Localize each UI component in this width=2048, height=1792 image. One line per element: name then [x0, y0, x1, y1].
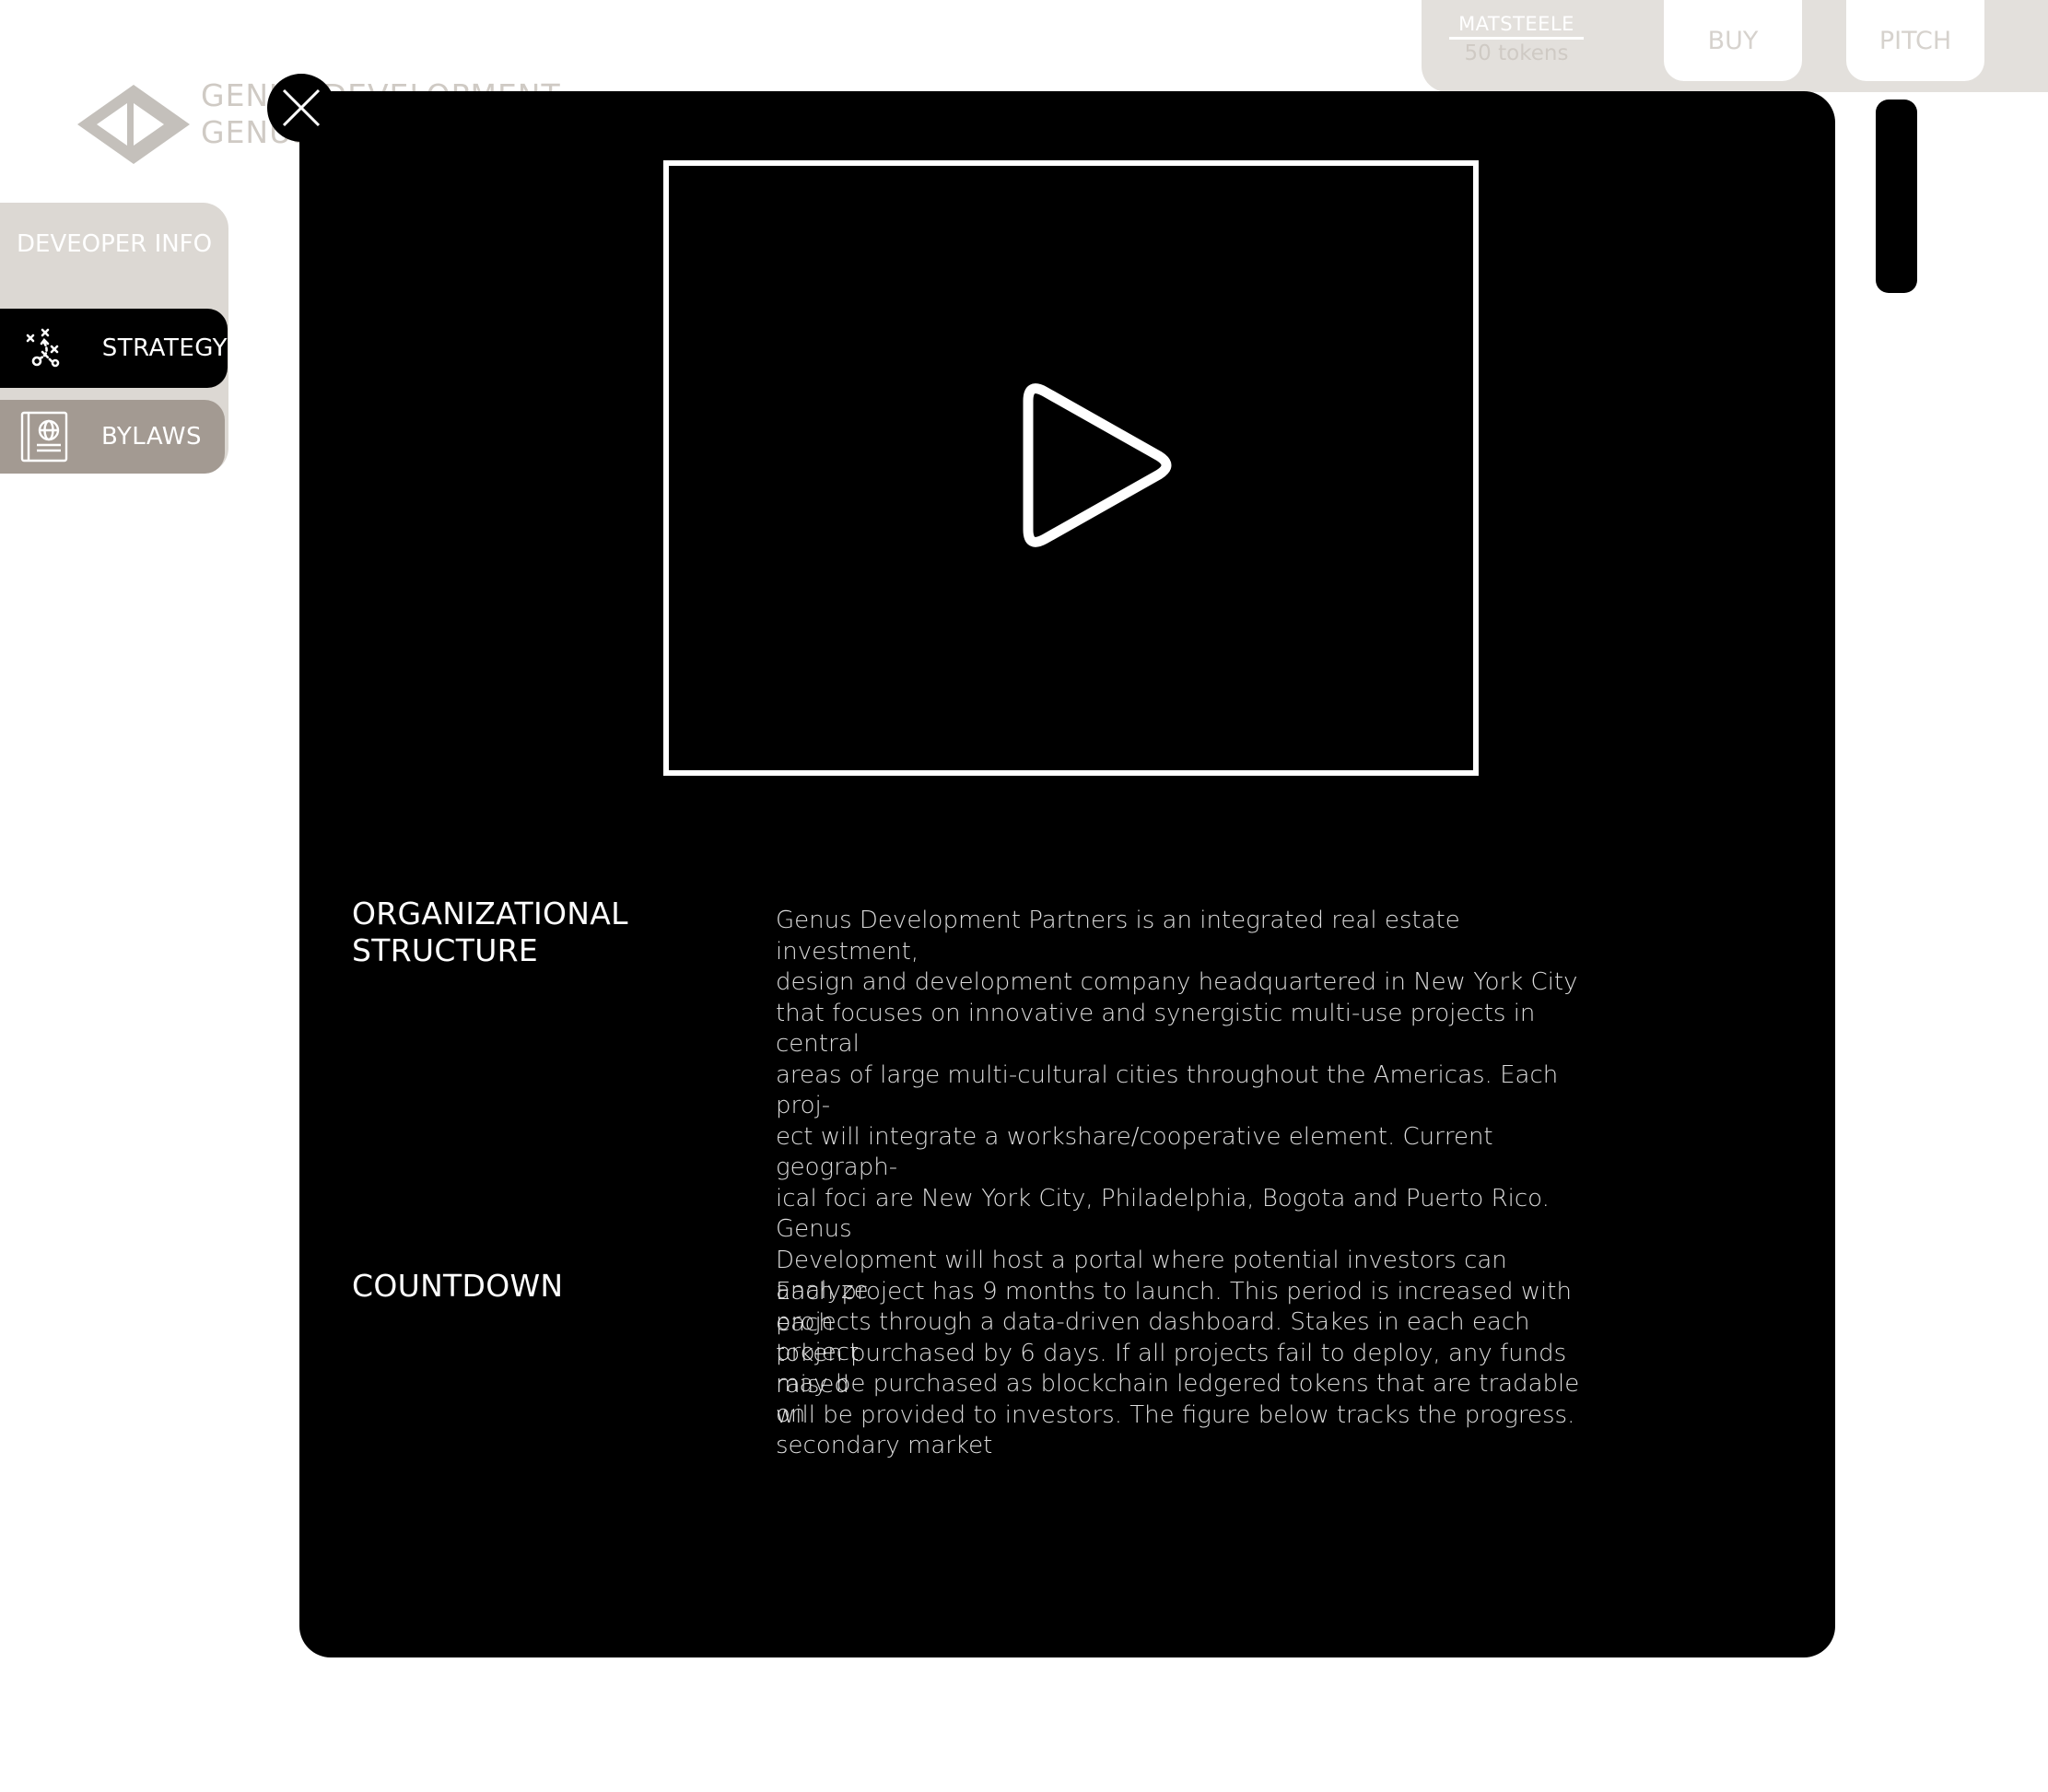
body-line: design and development company headquart… [776, 968, 1578, 996]
body-line: ect will integrate a workshare/cooperati… [776, 1122, 1493, 1182]
play-icon[interactable] [1010, 373, 1176, 557]
video-player[interactable] [663, 160, 1479, 776]
modal-title: STRATEGY [949, 63, 1096, 96]
sidebar-item-label: BYLAWS [101, 423, 202, 451]
sidebar-header: DEVEOPER INFO [17, 230, 213, 258]
body-line: token purchased by 6 days. If all projec… [776, 1340, 1567, 1399]
bylaws-book-icon [15, 406, 76, 467]
section-body-countdown: Each project has 9 months to launch. Thi… [776, 1277, 1586, 1432]
body-line: secondary market [776, 1431, 993, 1459]
body-line: ical foci are New York City, Philadelphi… [776, 1184, 1550, 1244]
close-button[interactable] [267, 74, 335, 142]
scrollbar-thumb[interactable] [1876, 100, 1917, 293]
body-line: will be provided to investors. The figur… [776, 1401, 1575, 1429]
section-title-organizational-structure: ORGANIZATIONAL STRUCTURE [352, 896, 628, 968]
pitch-button[interactable]: PITCH [1846, 0, 1984, 81]
close-icon [282, 88, 321, 127]
section-title-countdown: COUNTDOWN [352, 1268, 564, 1304]
buy-button[interactable]: BUY [1664, 0, 1802, 81]
body-line: areas of large multi-cultural cities thr… [776, 1060, 1559, 1120]
body-line: that focuses on innovative and synergist… [776, 999, 1536, 1059]
sidebar-item-strategy[interactable]: STRATEGY [0, 309, 228, 388]
sidebar: DEVEOPER INFO STRATEGY BYLAWS [0, 203, 228, 474]
body-line: Each project has 9 months to launch. Thi… [776, 1278, 1572, 1337]
sidebar-item-bylaws[interactable]: BYLAWS [0, 400, 225, 474]
strategy-play-icon [15, 318, 75, 379]
body-line: Genus Development Partners is an integra… [776, 907, 1460, 966]
sidebar-item-label: STRATEGY [101, 334, 228, 362]
user-account[interactable]: MATSTEELE 50 tokens [1449, 13, 1584, 77]
user-token-count: 50 tokens [1464, 41, 1569, 65]
genus-logo-icon [77, 85, 190, 164]
user-name[interactable]: MATSTEELE [1449, 13, 1584, 40]
